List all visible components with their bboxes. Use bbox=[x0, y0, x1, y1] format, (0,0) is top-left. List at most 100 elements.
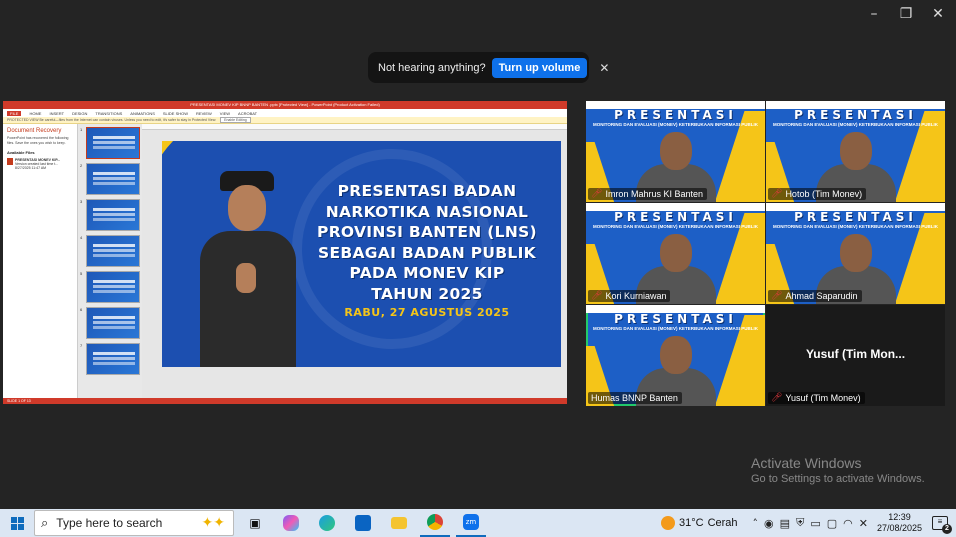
weather-widget[interactable]: 31°C Cerah bbox=[661, 516, 738, 530]
slide-thumbnail[interactable]: 3 bbox=[80, 199, 140, 231]
slide-canvas: PRESENTASI BADAN NARKOTIKA NASIONAL PROV… bbox=[142, 124, 567, 398]
recovered-file-item[interactable]: PRESENTASI MONEV KIP... Version created … bbox=[7, 158, 73, 170]
weather-temp: 31°C bbox=[679, 517, 704, 529]
participant-name: Imron Mahrus KI Banten bbox=[605, 189, 703, 199]
file-explorer-icon[interactable] bbox=[384, 509, 414, 537]
slide-title-line: TAHUN 2025 bbox=[371, 284, 483, 303]
powerpoint-ribbon: FILE HOME INSERT DESIGN TRANSITIONS ANIMATION… bbox=[3, 109, 567, 117]
ribbon-tab[interactable]: VIEW bbox=[220, 111, 230, 116]
pptx-file-icon bbox=[7, 158, 13, 165]
video-gallery: PRESENTASI MONITORING DAN EVALUASI (MONEV… bbox=[586, 101, 945, 406]
window-controls: – ❐ ✕ bbox=[862, 4, 950, 24]
slide-thumbnail-image bbox=[86, 235, 140, 267]
powerpoint-title-bar: PRESENTASI MONEV KIP BNNP BANTEN .pptx [… bbox=[3, 101, 567, 109]
slide-thumbnail-image bbox=[86, 271, 140, 303]
document-recovery-pane: Document Recovery PowerPoint has recover… bbox=[3, 124, 78, 398]
participant-tile[interactable]: PRESENTASI MONITORING DAN EVALUASI (MONEV… bbox=[766, 101, 945, 202]
participant-tile[interactable]: PRESENTASI MONITORING DAN EVALUASI (MONEV… bbox=[586, 305, 765, 406]
slide-thumbnail[interactable]: 6 bbox=[80, 307, 140, 339]
restore-icon[interactable]: ❐ bbox=[894, 4, 918, 24]
participant-name-label: 🎤︎ Hotob (Tim Monev) bbox=[768, 188, 867, 200]
wifi-icon[interactable]: ◠ bbox=[843, 517, 853, 530]
virtual-bg-title: PRESENTASI bbox=[794, 108, 917, 122]
participant-tile[interactable]: Yusuf (Tim Mon... 🎤︎ Yusuf (Tim Monev) bbox=[766, 305, 945, 406]
clock-time: 12:39 bbox=[888, 512, 911, 522]
slide-number: 4 bbox=[80, 235, 83, 240]
notification-icon[interactable]: ≡ 2 bbox=[932, 516, 952, 534]
zoom-icon[interactable]: zm bbox=[456, 509, 486, 537]
slide-thumbnail[interactable]: 4 bbox=[80, 235, 140, 267]
slide-thumbnail[interactable]: 7 bbox=[80, 343, 140, 375]
slide-title-line: PROVINSI BANTEN (LNS) bbox=[317, 223, 537, 241]
mic-muted-icon: 🎤︎ bbox=[771, 291, 783, 301]
virtual-bg-title: PRESENTASI bbox=[614, 108, 737, 122]
participant-display-name: Yusuf (Tim Mon... bbox=[805, 347, 906, 361]
volume-muted-icon[interactable]: ✕ bbox=[859, 517, 868, 530]
slide-number: 3 bbox=[80, 199, 83, 204]
toast-close-icon[interactable]: ✕ bbox=[599, 61, 609, 75]
slide-thumbnail[interactable]: 1 bbox=[80, 127, 140, 159]
slide-1: PRESENTASI BADAN NARKOTIKA NASIONAL PROV… bbox=[162, 141, 561, 367]
chevron-up-icon[interactable]: ˄ bbox=[753, 517, 759, 530]
ribbon-tab[interactable]: TRANSITIONS bbox=[95, 111, 122, 116]
close-icon[interactable]: ✕ bbox=[926, 4, 950, 24]
ruler bbox=[142, 124, 567, 130]
participant-name: Ahmad Saparudin bbox=[785, 291, 858, 301]
ribbon-tab[interactable]: ACROBAT bbox=[238, 111, 257, 116]
officer-photo bbox=[192, 171, 302, 367]
meet-now-icon[interactable]: ▤ bbox=[780, 517, 790, 530]
taskbar-search[interactable]: ⌕ Type here to search ✦✦ bbox=[34, 510, 234, 536]
participant-name: Humas BNNP Banten bbox=[591, 393, 678, 403]
minimize-icon[interactable]: – bbox=[862, 4, 886, 24]
shared-screen[interactable]: PRESENTASI MONEV KIP BNNP BANTEN .pptx [… bbox=[3, 101, 567, 404]
mic-muted-icon: 🎤︎ bbox=[771, 189, 783, 199]
participant-name: Kori Kurniawan bbox=[605, 291, 667, 301]
ribbon-tab[interactable]: FILE bbox=[7, 110, 22, 116]
recovery-description: PowerPoint has recovered the following f… bbox=[7, 136, 69, 145]
slide-number: 1 bbox=[80, 127, 83, 132]
start-button[interactable] bbox=[0, 509, 34, 537]
chrome-icon[interactable] bbox=[420, 509, 450, 537]
virtual-bg-title: PRESENTASI bbox=[614, 210, 737, 224]
turn-up-volume-button[interactable]: Turn up volume bbox=[491, 57, 588, 78]
ribbon-tab[interactable]: REVIEW bbox=[196, 111, 212, 116]
ribbon-tab[interactable]: HOME bbox=[29, 111, 41, 116]
slide-number: 6 bbox=[80, 307, 83, 312]
slide-thumbnail-image bbox=[86, 127, 140, 159]
toast-message: Not hearing anything? bbox=[378, 61, 486, 74]
participant-name-label: 🎤︎ Yusuf (Tim Monev) bbox=[768, 392, 865, 404]
clock[interactable]: 12:39 27/08/2025 bbox=[877, 512, 922, 534]
ribbon-tab[interactable]: DESIGN bbox=[72, 111, 87, 116]
slide-thumbnail-image bbox=[86, 163, 140, 195]
enable-editing-button[interactable]: Enable Editing bbox=[220, 117, 251, 123]
edge-icon[interactable] bbox=[312, 509, 342, 537]
slide-number: 2 bbox=[80, 163, 83, 168]
task-view-icon[interactable]: ▣ bbox=[240, 509, 270, 537]
ribbon-tab[interactable]: SLIDE SHOW bbox=[163, 111, 188, 116]
participant-name-label: 🎤︎ Imron Mahrus KI Banten bbox=[588, 188, 707, 200]
slide-thumbnail[interactable]: 5 bbox=[80, 271, 140, 303]
participant-tile[interactable]: PRESENTASI MONITORING DAN EVALUASI (MONEV… bbox=[586, 203, 765, 304]
participant-name-label: 🎤︎ Kori Kurniawan bbox=[588, 290, 671, 302]
recovered-file-date: 8/27/2025 11:47 AM bbox=[15, 166, 47, 170]
slide-title-line: SEBAGAI BADAN PUBLIK bbox=[318, 243, 536, 262]
outlook-icon[interactable] bbox=[348, 509, 378, 537]
record-icon[interactable]: ◉ bbox=[764, 517, 774, 530]
protected-view-text: PROTECTED VIEW Be careful—files from the… bbox=[7, 118, 217, 122]
copilot-icon[interactable] bbox=[276, 509, 306, 537]
slide-thumbnail[interactable]: 2 bbox=[80, 163, 140, 195]
slide-title-line: NARKOTIKA NASIONAL bbox=[325, 202, 529, 221]
protected-view-bar: PROTECTED VIEW Be careful—files from the… bbox=[3, 117, 567, 124]
virtual-bg-title: PRESENTASI bbox=[794, 210, 917, 224]
search-placeholder: Type here to search bbox=[56, 516, 163, 530]
security-icon[interactable]: ⛨ bbox=[796, 516, 804, 530]
participant-tile[interactable]: PRESENTASI MONITORING DAN EVALUASI (MONEV… bbox=[766, 203, 945, 304]
system-tray: 31°C Cerah ˄ ◉ ▤ ⛨ ▭ ▢ ◠ ✕ 12:39 27/08/2… bbox=[661, 509, 956, 537]
display-icon[interactable]: ▢ bbox=[827, 517, 837, 530]
ribbon-tab[interactable]: ANIMATIONS bbox=[130, 111, 155, 116]
ribbon-tab[interactable]: INSERT bbox=[49, 111, 64, 116]
participant-tile[interactable]: PRESENTASI MONITORING DAN EVALUASI (MONEV… bbox=[586, 101, 765, 202]
weather-desc: Cerah bbox=[707, 517, 738, 529]
powerpoint-status-bar: SLIDE 1 OF 13 bbox=[3, 398, 567, 404]
battery-icon[interactable]: ▭ bbox=[810, 517, 820, 530]
